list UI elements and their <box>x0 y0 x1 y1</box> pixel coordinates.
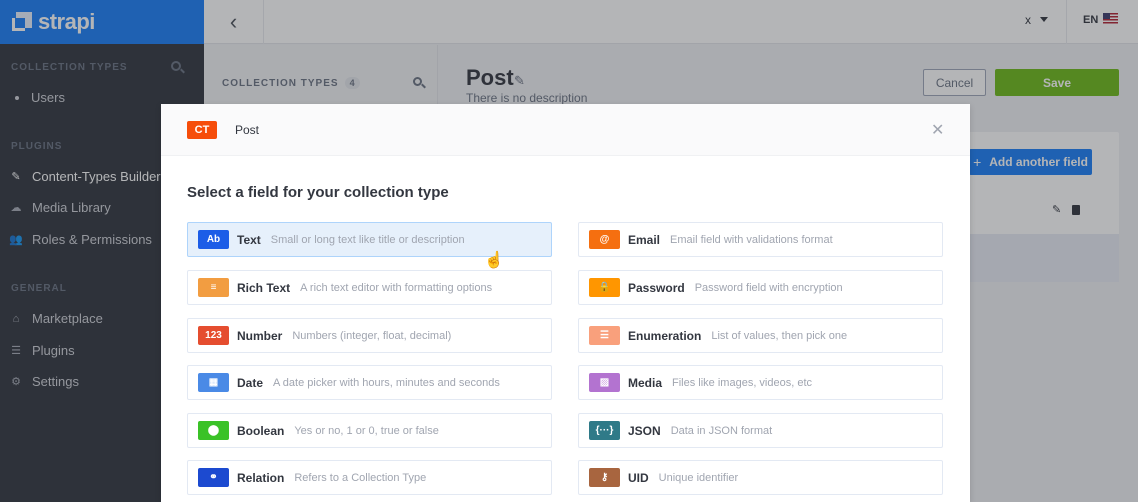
modal-title: Post <box>235 123 260 137</box>
uid-field-icon: ⚷ <box>589 468 620 487</box>
field-card-media[interactable]: ▨ Media Files like images, videos, etc <box>578 365 943 400</box>
field-description: Password field with encryption <box>694 281 843 294</box>
field-description: Refers to a Collection Type <box>294 471 427 484</box>
field-description: Files like images, videos, etc <box>672 376 813 389</box>
field-card-enumeration[interactable]: ☰ Enumeration List of values, then pick on… <box>578 318 943 353</box>
field-card-boolean[interactable]: ⬤ Boolean Yes or no, 1 or 0, true or false <box>187 413 552 448</box>
field-card-rich-text[interactable]: ≡ Rich Text A rich text editor with format… <box>187 270 552 305</box>
field-name: Relation <box>237 470 285 485</box>
field-name: Boolean <box>237 423 285 438</box>
field-name: UID <box>628 470 649 485</box>
field-card-uid[interactable]: ⚷ UID Unique identifier <box>578 460 943 495</box>
password-field-icon: 🔒 <box>589 278 620 297</box>
content-type-badge: CT <box>187 121 217 139</box>
field-description: Data in JSON format <box>670 424 773 437</box>
text-field-icon: Ab <box>198 230 229 249</box>
field-name: Date <box>237 375 264 390</box>
field-card-relation[interactable]: ⚭ Relation Refers to a Collection Type <box>187 460 552 495</box>
number-field-icon: 123 <box>198 326 229 345</box>
field-description: Small or long text like title or descrip… <box>270 233 465 246</box>
field-description: List of values, then pick one <box>711 329 848 342</box>
modal-heading: Select a field for your collection type <box>187 184 449 201</box>
hand-cursor-icon: ☝ <box>484 252 504 269</box>
field-card-json[interactable]: {···} JSON Data in JSON format <box>578 413 943 448</box>
json-field-icon: {···} <box>589 421 620 440</box>
field-description: Unique identifier <box>658 471 739 484</box>
field-name: Number <box>237 328 283 343</box>
boolean-field-icon: ⬤ <box>198 421 229 440</box>
field-name: Password <box>628 280 685 295</box>
field-card-date[interactable]: ▦ Date A date picker with hours, minutes a… <box>187 365 552 400</box>
field-card-number[interactable]: 123 Number Numbers (integer, float, decima… <box>187 318 552 353</box>
field-name: Enumeration <box>628 328 702 343</box>
date-field-icon: ▦ <box>198 373 229 392</box>
field-card-email[interactable]: @ Email Email field with validations forma… <box>578 222 943 257</box>
media-field-icon: ▨ <box>589 373 620 392</box>
field-description: Email field with validations format <box>670 233 833 246</box>
field-name: Media <box>628 375 663 390</box>
field-description: A date picker with hours, minutes and se… <box>273 376 500 389</box>
relation-field-icon: ⚭ <box>198 468 229 487</box>
field-name: JSON <box>628 423 661 438</box>
field-name: Email <box>628 232 661 247</box>
field-description: Numbers (integer, float, decimal) <box>292 329 452 342</box>
modal-header: CT Post ✕ <box>161 104 970 156</box>
field-card-password[interactable]: 🔒 Password Password field with encryption <box>578 270 943 305</box>
field-name: Text <box>237 232 261 247</box>
email-field-icon: @ <box>589 230 620 249</box>
enumeration-field-icon: ☰ <box>589 326 620 345</box>
field-description: Yes or no, 1 or 0, true or false <box>294 424 439 437</box>
field-name: Rich Text <box>237 280 291 295</box>
close-icon[interactable]: ✕ <box>931 120 944 140</box>
field-description: A rich text editor with formatting optio… <box>300 281 493 294</box>
rich-text-field-icon: ≡ <box>198 278 229 297</box>
